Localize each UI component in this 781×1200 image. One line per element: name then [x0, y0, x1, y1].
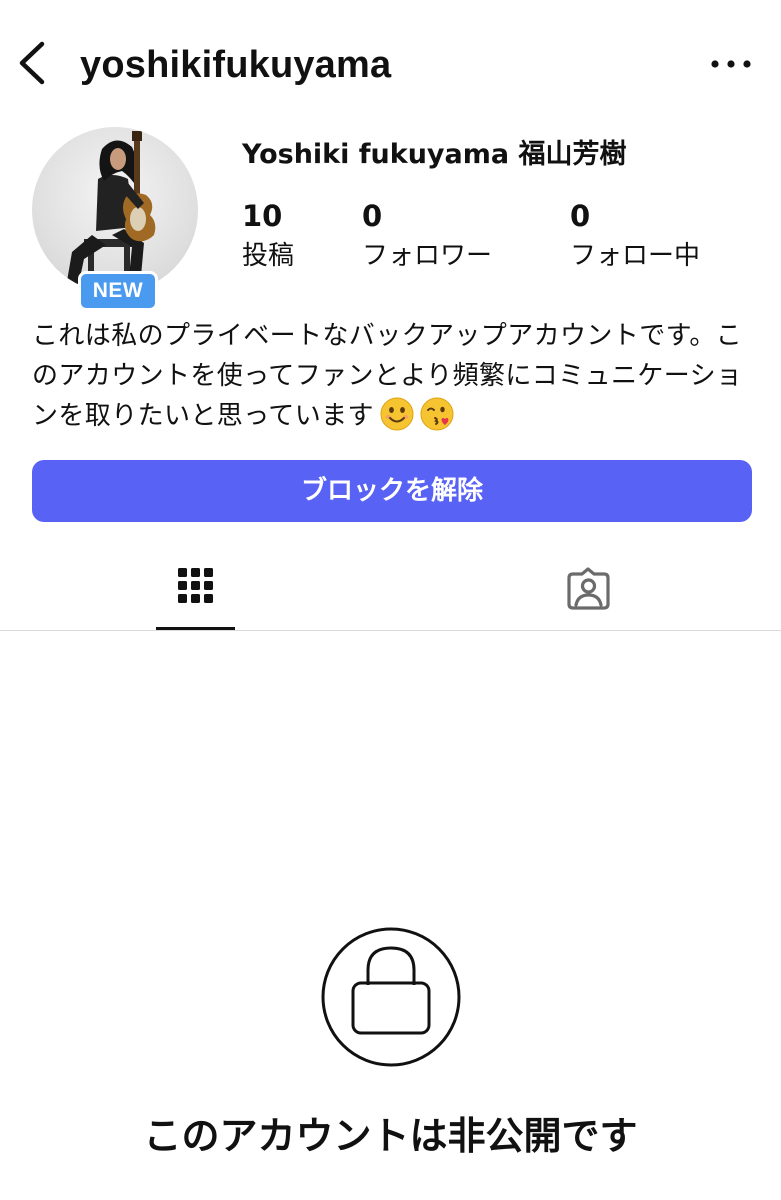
top-bar: yoshikifukuyama: [0, 0, 781, 130]
profile-username: yoshikifukuyama: [80, 44, 392, 86]
tagged-person-icon: [567, 567, 610, 610]
back-button[interactable]: [12, 38, 52, 88]
tabs-divider: [0, 630, 781, 631]
posts-count: 10: [242, 199, 283, 233]
profile-bio: これは私のプライベートなバックアップアカウントです。このアカウントを使ってファン…: [32, 316, 752, 436]
new-badge: NEW: [78, 271, 158, 311]
posts-label: 投稿: [242, 241, 295, 271]
more-options-button[interactable]: [709, 50, 753, 78]
profile-avatar[interactable]: [32, 127, 198, 293]
tab-grid[interactable]: [156, 550, 235, 630]
display-name: Yoshiki fukuyama 福山芳樹: [242, 139, 627, 170]
following-count: 0: [570, 199, 591, 233]
following-label: フォロー中: [570, 241, 701, 271]
private-account-text: このアカウントは非公開です: [143, 1114, 638, 1158]
face-blowing-kiss-emoji: [420, 397, 454, 431]
smiling-face-emoji: [380, 397, 414, 431]
chevron-left-icon: [19, 41, 45, 85]
posts-stat[interactable]: 10 投稿: [242, 196, 294, 276]
followers-stat[interactable]: 0 フォロワー: [362, 196, 492, 276]
more-horizontal-icon: [711, 60, 751, 68]
followers-count: 0: [362, 199, 383, 233]
private-lock: [306, 920, 476, 1074]
avatar-photo: [66, 131, 156, 293]
following-stat[interactable]: 0 フォロー中: [570, 196, 700, 276]
tab-tagged[interactable]: [548, 550, 627, 630]
grid-icon: [178, 568, 213, 603]
lock-icon: [321, 927, 461, 1067]
followers-label: フォロワー: [362, 241, 493, 271]
unblock-button[interactable]: ブロックを解除: [32, 460, 752, 522]
